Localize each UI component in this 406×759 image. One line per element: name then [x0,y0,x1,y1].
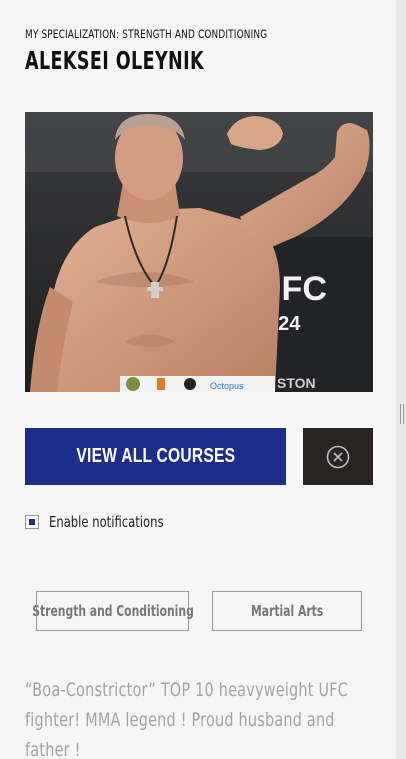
coach-name: ALEKSEI OLEYNIK [25,46,205,75]
close-circle-icon [326,445,350,468]
tag-strength-and-conditioning[interactable]: Strength and Conditioning [32,591,193,631]
notifications-checkbox[interactable] [25,515,39,529]
tag-label: Strength and Conditioning [31,602,194,620]
specialization-label: MY SPECIALIZATION: STRENGTH AND CONDITIO… [25,27,268,41]
coach-photo-illustration: UFC 224 STON Octopus [25,112,373,392]
banner-partial-text: STON [277,375,316,391]
enable-notifications-toggle[interactable]: Enable notifications [25,513,182,531]
coach-bio: “Boa-Constrictor” TOP 10 heavyweight UFC… [25,679,349,759]
profile-page: MY SPECIALIZATION: STRENGTH AND CONDITIO… [0,0,396,759]
tag-label: Martial Arts [250,602,324,620]
notifications-label: Enable notifications [49,513,164,531]
sponsor-text: Octopus [210,381,244,391]
view-all-courses-button[interactable]: VIEW ALL COURSES [25,428,286,485]
close-button[interactable] [303,428,373,485]
tag-martial-arts[interactable]: Martial Arts [212,591,362,631]
coach-photo: UFC 224 STON Octopus [25,112,373,392]
checkbox-checked-mark [29,519,35,525]
scrollbar-grip[interactable] [400,404,404,424]
scrollbar[interactable] [396,0,406,759]
view-all-courses-label: VIEW ALL COURSES [76,445,235,467]
